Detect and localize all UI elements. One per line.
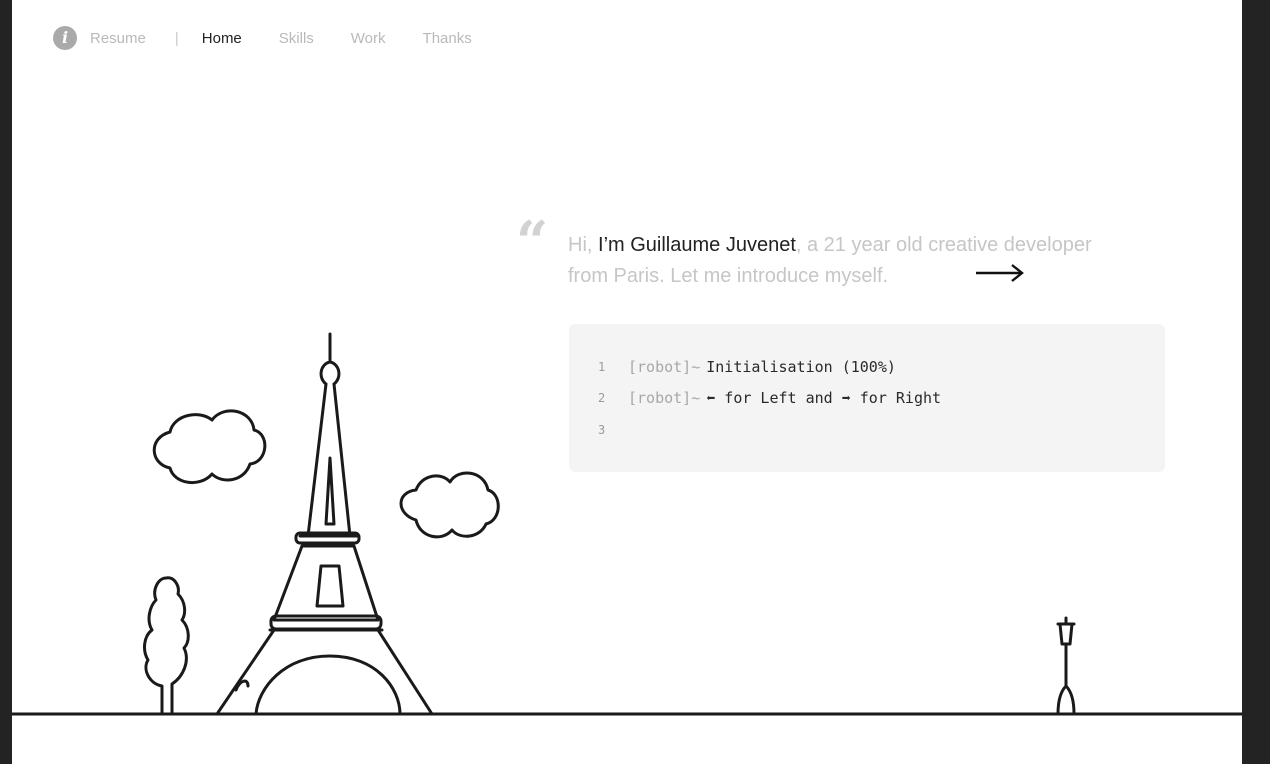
arrow-right-icon[interactable] bbox=[974, 261, 1026, 285]
intro-line1-rest: , a 21 year old creative developer bbox=[795, 234, 1092, 256]
cloud-left-icon bbox=[152, 409, 267, 484]
eiffel-tower-icon bbox=[215, 332, 434, 716]
console-prompt: [robot]~ bbox=[628, 389, 701, 407]
nav-item-thanks[interactable]: Thanks bbox=[423, 30, 472, 47]
tree-icon bbox=[143, 576, 190, 716]
nav-item-work[interactable]: Work bbox=[351, 30, 386, 47]
info-icon[interactable]: i bbox=[53, 26, 77, 50]
nav-resume-link[interactable]: Resume bbox=[90, 30, 146, 47]
console-line-number: 1 bbox=[598, 360, 606, 374]
console-line: 1 [robot]~ Initialisation (100%) bbox=[598, 356, 896, 378]
intro-text: Hi, I’m Guillaume Juvenet, a 21 year old… bbox=[568, 230, 1158, 292]
quote-mark-icon: “ bbox=[516, 209, 549, 275]
intro-im: I’m bbox=[592, 234, 631, 256]
nav-separator: | bbox=[174, 29, 179, 47]
robot-console: 1 [robot]~ Initialisation (100%) 2 [robot]~… bbox=[569, 324, 1165, 472]
cloud-right-icon bbox=[399, 471, 500, 539]
console-prompt: [robot]~ bbox=[628, 358, 701, 376]
nav-item-skills[interactable]: Skills bbox=[279, 30, 314, 47]
console-message: ⬅ for Left and ➡ for Right bbox=[706, 389, 942, 407]
console-line: 2 [robot]~ ⬅ for Left and ➡ for Right bbox=[598, 387, 941, 409]
page: i Resume | Home Skills Work Thanks “ Hi,… bbox=[12, 0, 1242, 764]
top-nav: i Resume | Home Skills Work Thanks bbox=[53, 26, 509, 50]
intro-hi: Hi bbox=[568, 234, 587, 256]
street-lamp-icon bbox=[1056, 616, 1076, 716]
intro-name: Guillaume Juvenet bbox=[630, 234, 796, 256]
console-line-number: 2 bbox=[598, 391, 606, 405]
nav-item-home[interactable]: Home bbox=[202, 30, 242, 47]
console-line: 3 bbox=[598, 419, 634, 441]
console-message: Initialisation (100%) bbox=[706, 358, 896, 376]
console-line-number: 3 bbox=[598, 423, 606, 437]
intro-line2: from Paris. Let me introduce myself. bbox=[568, 265, 889, 287]
